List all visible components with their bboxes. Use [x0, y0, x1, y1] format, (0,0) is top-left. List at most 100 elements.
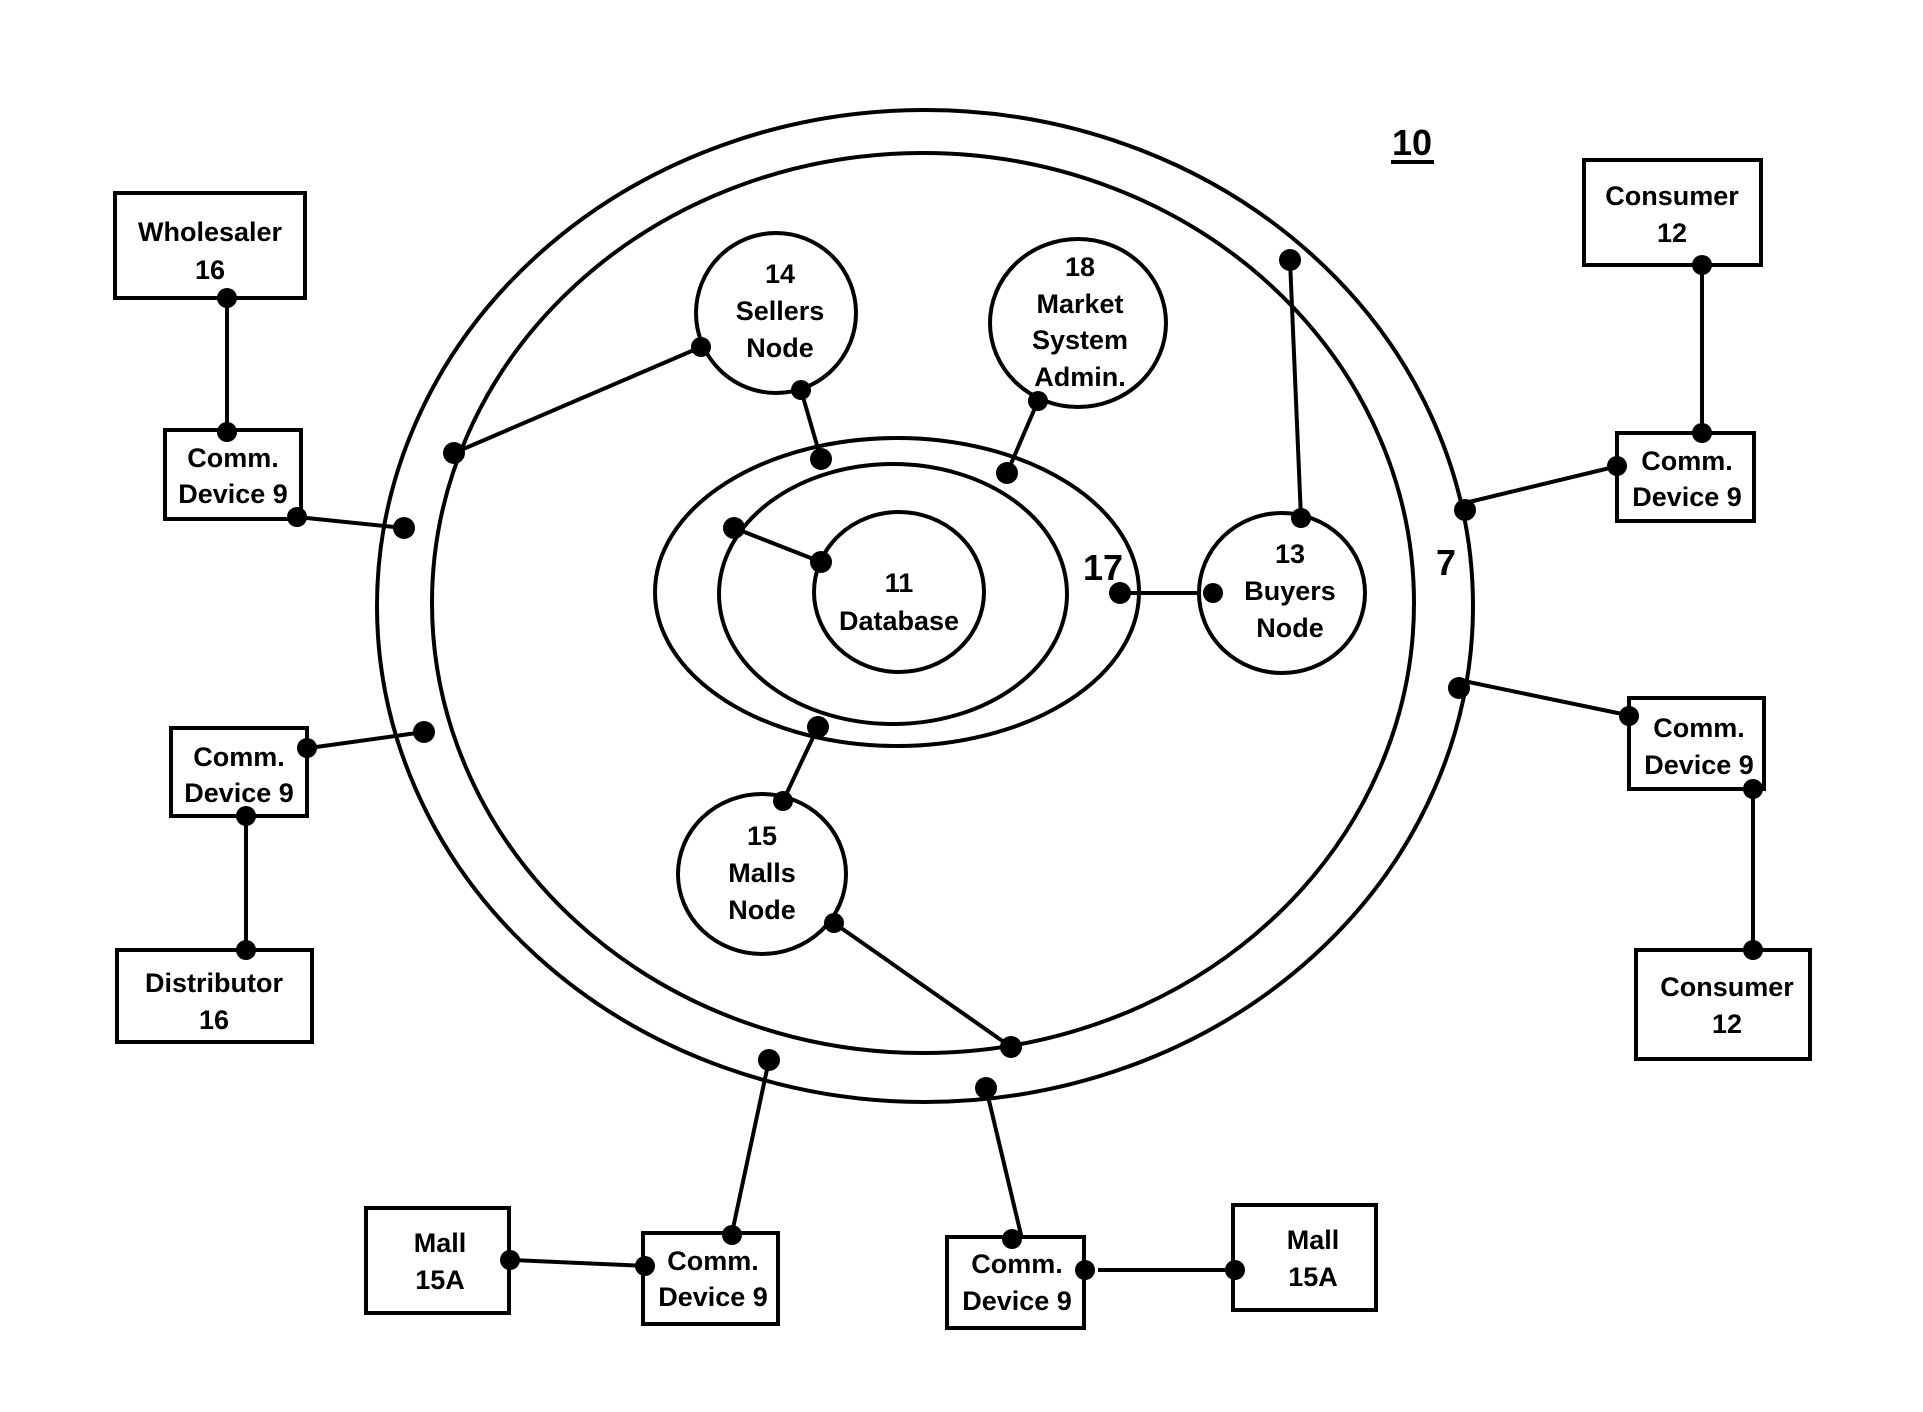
comm-upper-right-label-0: Comm. [1641, 446, 1733, 476]
comm-upper-right-label-1: Device 9 [1632, 482, 1742, 512]
comm-device-upper-left[interactable]: Comm. Device 9 [163, 428, 303, 521]
connector-dot [635, 1256, 655, 1276]
consumer-bottom-box[interactable]: Consumer 12 [1634, 948, 1812, 1061]
connector-dot [1743, 940, 1763, 960]
link-comm-ring-left [308, 730, 425, 750]
sellers-node[interactable]: 14 Sellers Node [694, 231, 858, 395]
malls-node[interactable]: 15 Malls Node [676, 792, 848, 956]
comm-device-lower-right[interactable]: Comm. Device 9 [1627, 696, 1766, 791]
mall-left-label-0: Mall [414, 1228, 467, 1258]
buyers-label-2: Node [1256, 613, 1324, 643]
connector-dot [1028, 391, 1048, 411]
market-admin-label-3: Admin. [1034, 362, 1126, 392]
link-ring-buyers [1288, 259, 1303, 519]
buyers-label-1: Buyers [1244, 576, 1336, 606]
consumer-top-box[interactable]: Consumer 12 [1582, 158, 1763, 267]
comm-device-bottom-right[interactable]: Comm. Device 9 [945, 1235, 1086, 1330]
buyers-node[interactable]: 13 Buyers Node [1197, 511, 1367, 675]
connector-dot [758, 1049, 780, 1071]
consumer-top-rect[interactable] [1582, 158, 1763, 267]
comm-device-upper-right[interactable]: Comm. Device 9 [1615, 431, 1756, 523]
connector-dot [500, 1250, 520, 1270]
comm-upper-left-label-1: Device 9 [178, 479, 288, 509]
market-admin-label-1: Market [1036, 289, 1123, 319]
mall-left-box[interactable]: Mall 15A [364, 1206, 511, 1315]
mall-left-rect[interactable] [364, 1206, 511, 1315]
connector-dot [236, 940, 256, 960]
comm-upper-left-label-0: Comm. [187, 443, 279, 473]
connector-dot [810, 448, 832, 470]
network-diagram: 11 Database 14 Sellers Node 18 Market Sy… [113, 108, 1812, 1330]
connector-dot [1454, 499, 1476, 521]
link-database-core [733, 526, 822, 564]
connector-dot [413, 721, 435, 743]
outer-ring-label: 7 [1436, 542, 1456, 583]
core-ring-label: 17 [1083, 547, 1123, 588]
database-node[interactable]: 11 Database [812, 510, 986, 674]
connector-dot [810, 551, 832, 573]
link-ring-comm-right [1464, 464, 1619, 505]
connector-dot [217, 422, 237, 442]
distributor-label-0: Distributor [145, 968, 283, 998]
connector-dot [1203, 583, 1223, 603]
connector-dot [1000, 1036, 1022, 1058]
market-admin-node[interactable]: 18 Market System Admin. [988, 237, 1168, 409]
connector-dot [975, 1077, 997, 1099]
comm-bottom-left-label-1: Device 9 [658, 1282, 768, 1312]
connector-dot [217, 288, 237, 308]
consumer-bottom-label-1: 12 [1712, 1009, 1742, 1039]
link-malls-ring [832, 921, 1013, 1049]
distributor-label-1: 16 [199, 1005, 229, 1035]
mall-right-label-0: Mall [1287, 1225, 1340, 1255]
connector-dot [1692, 255, 1712, 275]
connector-dot [287, 507, 307, 527]
link-ring-comm-bottom-right [984, 1087, 1024, 1240]
mall-right-label-1: 15A [1288, 1262, 1338, 1292]
connector-dot [824, 913, 844, 933]
comm-lower-left-label-1: Device 9 [184, 778, 294, 808]
link-comm-outer-ring [296, 515, 405, 530]
connector-dot [236, 806, 256, 826]
market-admin-label-2: System [1032, 325, 1128, 355]
link-ring-comm-bottom-left [730, 1059, 771, 1234]
wholesaler-label-1: 16 [195, 255, 225, 285]
mall-left-label-1: 15A [415, 1265, 465, 1295]
consumer-bottom-label-0: Consumer [1660, 972, 1794, 1002]
distributor-box[interactable]: Distributor 16 [115, 948, 314, 1044]
connector-dots [217, 249, 1763, 1280]
malls-label-0: 15 [747, 821, 777, 851]
sellers-label-2: Node [746, 333, 814, 363]
connector-dot [996, 462, 1018, 484]
link-ring-comm-lower-right [1458, 678, 1633, 718]
mall-right-rect[interactable] [1231, 1203, 1378, 1312]
connector-dot [443, 442, 465, 464]
connector-dot [723, 517, 745, 539]
malls-label-2: Node [728, 895, 796, 925]
connector-dot [297, 738, 317, 758]
comm-bottom-left-label-0: Comm. [667, 1246, 759, 1276]
comm-device-lower-left[interactable]: Comm. Device 9 [169, 726, 309, 818]
comm-device-bottom-left[interactable]: Comm. Device 9 [641, 1231, 780, 1326]
database-label-0: 11 [885, 568, 914, 598]
sellers-label-1: Sellers [736, 296, 825, 326]
link-mall-comm-left [511, 1258, 648, 1268]
connector-dot [1692, 423, 1712, 443]
connector-dot [1743, 779, 1763, 799]
comm-bottom-right-label-0: Comm. [971, 1249, 1063, 1279]
link-core-malls [781, 726, 820, 802]
connector-dot [791, 380, 811, 400]
malls-label-1: Malls [728, 858, 796, 888]
connector-dot [1002, 1229, 1022, 1249]
wholesaler-box[interactable]: Wholesaler 16 [113, 191, 307, 300]
comm-lower-right-label-1: Device 9 [1644, 750, 1754, 780]
database-label-1: Database [839, 606, 959, 636]
connector-dot [1619, 706, 1639, 726]
connector-dot [773, 791, 793, 811]
connector-dot [691, 337, 711, 357]
consumer-top-label-0: Consumer [1605, 181, 1739, 211]
comm-bottom-right-label-1: Device 9 [962, 1286, 1072, 1316]
mall-right-box[interactable]: Mall 15A [1231, 1203, 1378, 1312]
figure-reference-label: 10 [1392, 122, 1432, 163]
wholesaler-label-0: Wholesaler [138, 217, 283, 247]
consumer-bottom-rect[interactable] [1634, 948, 1812, 1061]
